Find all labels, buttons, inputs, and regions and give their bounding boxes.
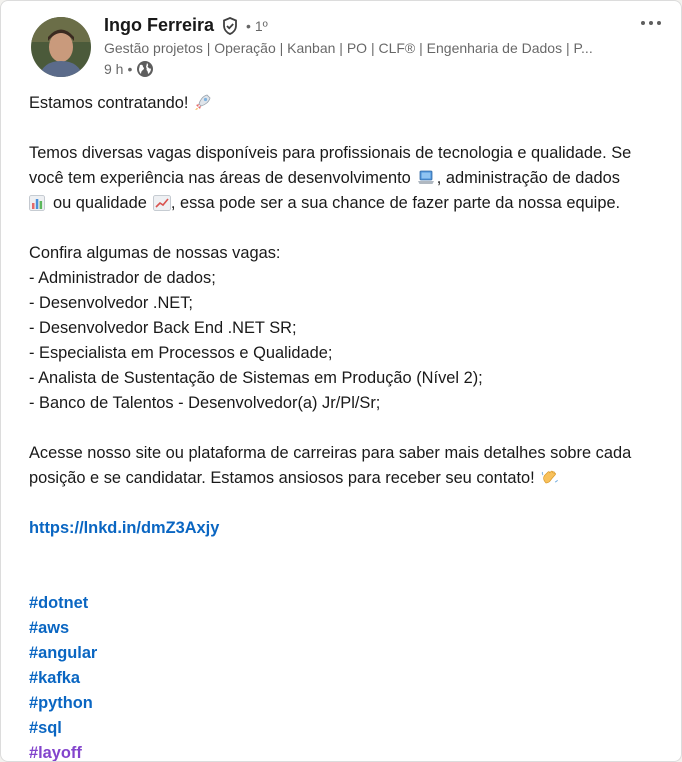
feed-post-card: Ingo Ferreira • 1º Gestão projetos | Ope…: [0, 0, 682, 762]
degree-value: 1º: [254, 17, 268, 34]
avatar[interactable]: [31, 17, 91, 77]
bar-chart-icon: [29, 194, 45, 219]
job-item: - Banco de Talentos - Desenvolvedor(a) J…: [29, 394, 381, 412]
hashtag-aws[interactable]: #aws: [29, 616, 669, 641]
job-item: - Desenvolvedor Back End .NET SR;: [29, 319, 297, 337]
post-intro: Estamos contratando!: [29, 94, 189, 112]
post-cta-line2: posição e se candidatar. Estamos ansioso…: [29, 466, 669, 491]
hashtag-layoff[interactable]: #layoff: [29, 741, 669, 761]
job-item: - Analista de Sustentação de Sistemas em…: [29, 369, 483, 387]
post-para1-line3: ou qualidade, essa pode ser a sua chance…: [29, 191, 669, 216]
globe-icon: [136, 60, 154, 78]
hashtag-sql[interactable]: #sql: [29, 716, 669, 741]
verified-shield-icon: [220, 16, 240, 36]
job-item: - Especialista em Processos e Qualidade;: [29, 344, 333, 362]
hashtag-dotnet[interactable]: #dotnet: [29, 591, 669, 616]
post-intro-line: Estamos contratando!: [29, 91, 669, 116]
more-horizontal-icon: [641, 21, 645, 25]
hashtag-kafka[interactable]: #kafka: [29, 666, 669, 691]
author-name[interactable]: Ingo Ferreira: [104, 15, 214, 36]
author-headline: Gestão projetos | Operação | Kanban | PO…: [104, 40, 593, 56]
author-row: Ingo Ferreira • 1º: [104, 15, 268, 36]
hashtag-angular[interactable]: #angular: [29, 641, 669, 666]
hashtag-list: #dotnet #aws #angular #kafka #python #sq…: [29, 591, 669, 761]
job-item: - Administrador de dados;: [29, 269, 216, 287]
waving-hand-icon: [541, 468, 559, 494]
post-time: 9 h: [104, 61, 124, 77]
more-options-button[interactable]: [637, 11, 665, 35]
meta-separator: •: [127, 61, 133, 77]
post-para1-line1: Temos diversas vagas disponíveis para pr…: [29, 144, 632, 162]
degree-separator: •: [246, 17, 251, 34]
connection-degree: • 1º: [246, 18, 268, 34]
post-para1-line2: você tem experiência nas áreas de desenv…: [29, 166, 669, 191]
post-meta: 9 h •: [104, 60, 154, 78]
chart-increasing-icon: [152, 194, 171, 219]
post-body: Estamos contratando! Temos diversas vaga…: [29, 91, 669, 761]
shortened-link[interactable]: https://lnkd.in/dmZ3Axjy: [29, 516, 219, 541]
post-cta-line1: Acesse nosso site ou plataforma de carre…: [29, 444, 632, 462]
job-item: - Desenvolvedor .NET;: [29, 294, 193, 312]
hashtag-python[interactable]: #python: [29, 691, 669, 716]
rocket-icon: [194, 93, 212, 119]
jobs-list-title: Confira algumas de nossas vagas:: [29, 244, 281, 262]
